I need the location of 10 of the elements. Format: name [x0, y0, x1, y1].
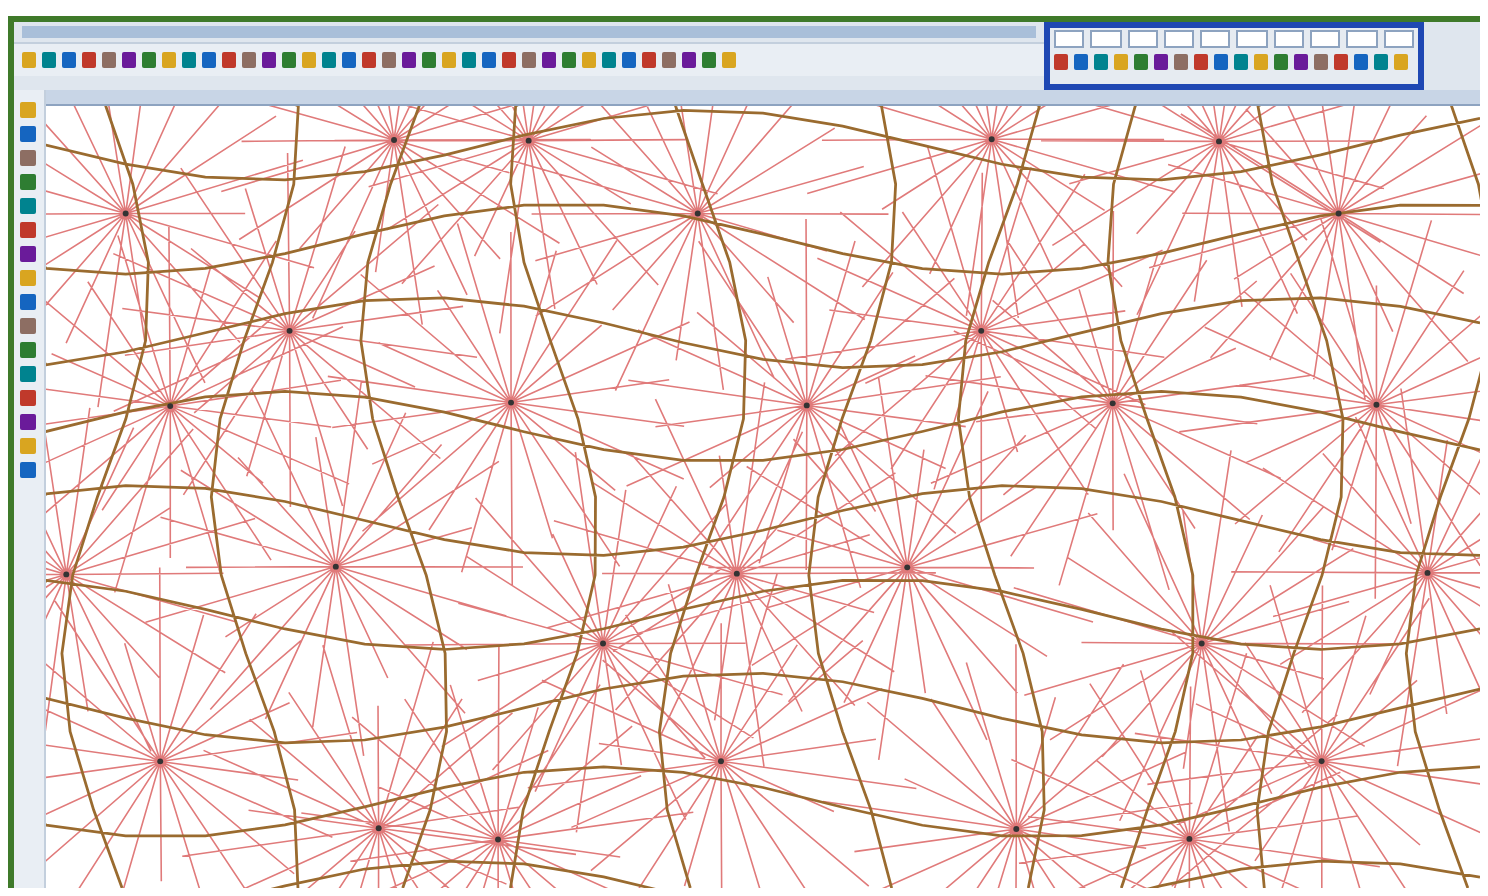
- toolbar-field[interactable]: [1310, 30, 1341, 48]
- toolbar-field[interactable]: [1273, 30, 1305, 48]
- toolbar-field[interactable]: [1236, 30, 1268, 48]
- toolbar-field[interactable]: [1200, 30, 1231, 48]
- toolbar-field[interactable]: [1163, 30, 1195, 48]
- toolbar-field[interactable]: [1127, 30, 1158, 48]
- toolbar-field[interactable]: [1054, 30, 1085, 48]
- toolbar-field[interactable]: [1383, 30, 1414, 48]
- toolbar-field[interactable]: [1346, 30, 1378, 48]
- toolbar-field[interactable]: [1090, 30, 1122, 48]
